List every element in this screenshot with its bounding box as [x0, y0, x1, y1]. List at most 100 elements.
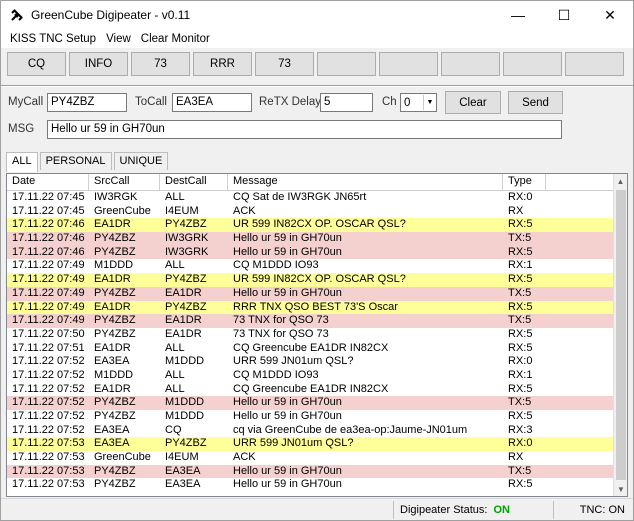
cell-message: Hello ur 59 in GH70un [233, 478, 342, 491]
cell-message: Hello ur 59 in GH70un [233, 245, 342, 258]
cell-srccall: EA1DR [94, 218, 131, 231]
cell-type: TX:5 [508, 286, 532, 299]
cell-date: 17.11.22 07:49 [12, 286, 85, 299]
menu-clear-monitor[interactable]: Clear Monitor [136, 33, 215, 45]
cell-srccall: GreenCube [94, 204, 151, 217]
table-row[interactable]: 17.11.22 07:51 EA1DR ALL CQ Greencube EA1DR… [7, 342, 627, 356]
table-row[interactable]: 17.11.22 07:46 PY4ZBZ IW3GRK Hello ur 59 in… [7, 245, 627, 260]
scroll-down-icon[interactable]: ▼ [614, 482, 627, 496]
cell-type: RX:5 [508, 218, 533, 231]
cell-message: CQ Sat de IW3RGK JN65rt [233, 191, 367, 203]
cell-destcall: ALL [165, 368, 185, 381]
cell-destcall: M1DDD [165, 410, 205, 422]
tab-all[interactable]: ALL [6, 152, 38, 172]
tab-unique[interactable]: UNIQUE [113, 152, 169, 170]
cell-date: 17.11.22 07:52 [12, 355, 85, 368]
cell-destcall: ALL [165, 259, 185, 272]
close-button[interactable]: ✕ [587, 1, 633, 29]
table-row[interactable]: 17.11.22 07:52 PY4ZBZ M1DDD Hello ur 59 in … [7, 410, 627, 424]
chevron-down-icon[interactable]: ▼ [423, 95, 436, 110]
table-row[interactable]: 17.11.22 07:49 PY4ZBZ EA1DR Hello ur 59 in … [7, 286, 627, 301]
menu-view[interactable]: View [101, 33, 136, 45]
table-row[interactable]: 17.11.22 07:52 EA3EA M1DDD URR 599 JN01um Q… [7, 355, 627, 369]
message-input[interactable]: Hello ur 59 in GH70un [47, 120, 562, 139]
quick-button-73-2[interactable]: 73 [255, 52, 314, 76]
table-row[interactable]: 17.11.22 07:52 M1DDD ALL CQ M1DDD IO93 RX:1 [7, 369, 627, 383]
cell-type: RX:5 [508, 245, 533, 258]
quick-button-8[interactable] [441, 52, 500, 76]
tnc-status: TNC: ON [553, 500, 631, 519]
table-row[interactable]: 17.11.22 07:46 EA1DR PY4ZBZ UR 599 IN82CX O… [7, 218, 627, 233]
cell-destcall: EA3EA [165, 464, 201, 477]
cell-date: 17.11.22 07:51 [12, 341, 85, 354]
table-row[interactable]: 17.11.22 07:49 PY4ZBZ EA1DR 73 TNX for QSO … [7, 314, 627, 328]
quick-button-9[interactable] [503, 52, 562, 76]
tocall-label: ToCall [135, 96, 167, 108]
quick-button-73[interactable]: 73 [131, 52, 190, 76]
table-row[interactable]: 17.11.22 07:53 EA3EA PY4ZBZ URR 599 JN01um … [7, 437, 627, 452]
cell-date: 17.11.22 07:49 [12, 314, 85, 327]
table-row[interactable]: 17.11.22 07:50 PY4ZBZ EA1DR 73 TNX for QSO … [7, 328, 627, 342]
table-row[interactable]: 17.11.22 07:52 EA1DR ALL CQ Greencube EA1DR… [7, 383, 627, 397]
vertical-scrollbar[interactable]: ▲ ▼ [613, 174, 627, 496]
cell-destcall: EA1DR [165, 286, 202, 299]
quick-button-10[interactable] [565, 52, 624, 76]
table-row[interactable]: 17.11.22 07:53 GreenCube I4EUM ACK RX [7, 451, 627, 465]
table-row[interactable]: 17.11.22 07:53 PY4ZBZ EA3EA Hello ur 59 in … [7, 464, 627, 479]
table-row[interactable]: 17.11.22 07:45 GreenCube I4EUM ACK RX [7, 205, 627, 219]
minimize-button[interactable]: — [495, 1, 541, 29]
scroll-thumb[interactable] [616, 190, 626, 480]
table-row[interactable]: 17.11.22 07:49 M1DDD ALL CQ M1DDD IO93 RX:1 [7, 259, 627, 273]
cell-srccall: M1DDD [94, 259, 134, 272]
cell-srccall: EA3EA [94, 437, 130, 450]
table-row[interactable]: 17.11.22 07:46 PY4ZBZ IW3GRK Hello ur 59 in… [7, 232, 627, 246]
quick-button-info[interactable]: INFO [69, 52, 128, 76]
column-message[interactable]: Message [228, 174, 503, 190]
channel-select[interactable]: 0 ▼ [400, 93, 437, 112]
monitor-tabs: ALL PERSONAL UNIQUE [6, 152, 170, 172]
column-destcall[interactable]: DestCall [160, 174, 228, 190]
cell-type: RX:0 [508, 355, 533, 368]
send-button[interactable]: Send [508, 91, 563, 114]
mycall-input[interactable]: PY4ZBZ [47, 93, 127, 112]
cell-message: URR 599 JN01um QSL? [233, 437, 354, 450]
clear-button[interactable]: Clear [445, 91, 501, 114]
cell-destcall: EA1DR [165, 314, 202, 327]
table-row[interactable]: 17.11.22 07:53 PY4ZBZ EA3EA Hello ur 59 in … [7, 478, 627, 492]
table-row[interactable]: 17.11.22 07:49 EA1DR PY4ZBZ RRR TNX QSO BES… [7, 300, 627, 315]
quick-button-cq[interactable]: CQ [7, 52, 66, 76]
cell-message: Hello ur 59 in GH70un [233, 286, 342, 299]
column-srccall[interactable]: SrcCall [89, 174, 160, 190]
cell-type: RX [508, 451, 524, 464]
quick-button-rrr[interactable]: RRR [193, 52, 252, 76]
table-row[interactable]: 17.11.22 07:49 EA1DR PY4ZBZ UR 599 IN82CX O… [7, 273, 627, 287]
cell-srccall: PY4ZBZ [94, 478, 136, 491]
quick-button-7[interactable] [379, 52, 438, 76]
cell-date: 17.11.22 07:46 [12, 218, 85, 231]
scroll-up-icon[interactable]: ▲ [614, 174, 627, 188]
retx-delay-input[interactable]: 5 [320, 93, 373, 112]
column-date[interactable]: Date [7, 174, 89, 190]
tab-personal[interactable]: PERSONAL [39, 152, 112, 170]
cell-type: TX:5 [508, 464, 532, 477]
table-row[interactable]: 17.11.22 07:52 PY4ZBZ M1DDD Hello ur 59 in … [7, 396, 627, 410]
cell-destcall: IW3GRK [165, 232, 209, 245]
cell-destcall: M1DDD [165, 396, 205, 409]
cell-message: cq via GreenCube de ea3ea-op:Jaume-JN01u… [233, 423, 468, 436]
cell-destcall: M1DDD [165, 355, 205, 368]
cell-message: Hello ur 59 in GH70un [233, 232, 342, 245]
maximize-button[interactable]: ☐ [541, 1, 587, 29]
table-row[interactable]: 17.11.22 07:52 EA3EA CQ cq via GreenCube de… [7, 424, 627, 438]
tocall-input[interactable]: EA3EA [172, 93, 252, 112]
cell-type: TX:5 [508, 232, 532, 245]
menu-kiss-tnc-setup[interactable]: KISS TNC Setup [5, 33, 101, 45]
table-row[interactable]: 17.11.22 07:45 IW3RGK ALL CQ Sat de IW3RGK … [7, 191, 627, 205]
cell-destcall: IW3GRK [165, 245, 209, 258]
window-title: GreenCube Digipeater - v0.11 [31, 8, 191, 22]
cell-type: RX:0 [508, 191, 533, 203]
quick-button-6[interactable] [317, 52, 376, 76]
digipeater-status-label: Digipeater Status: [400, 503, 488, 516]
cell-srccall: PY4ZBZ [94, 245, 136, 258]
column-type[interactable]: Type [503, 174, 546, 190]
cell-message: CQ Greencube EA1DR IN82CX [233, 382, 389, 395]
